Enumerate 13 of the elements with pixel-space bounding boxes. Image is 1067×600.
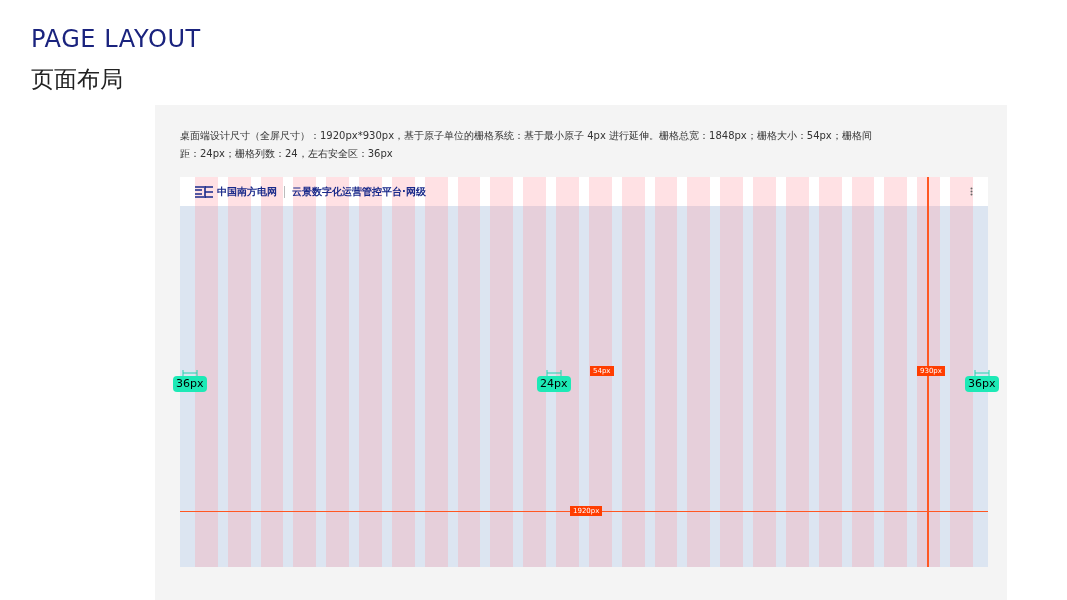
platform-name: 云景数字化运营管控平台·网级 xyxy=(292,185,426,199)
spacing-label: 24px xyxy=(537,376,571,392)
dimension-marker-icon xyxy=(973,370,990,376)
dimension-marker-icon xyxy=(545,370,562,376)
dimension-marker-icon xyxy=(181,370,198,376)
brand-name: 中国南方电网 xyxy=(217,185,277,199)
more-icon[interactable] xyxy=(970,187,973,196)
page-subtitle: 页面布局 xyxy=(31,65,124,94)
logo-icon xyxy=(195,185,213,198)
spacing-label: 36px xyxy=(173,376,207,392)
spacing-label: 36px xyxy=(965,376,999,392)
description-text: 桌面端设计尺寸（全屏尺寸）：1920px*930px，基于原子单位的栅格系统：基于最小原子 4px 进行延伸。栅格总宽：1848px；栅格大小：54px；栅格间距：24px；栅格列数：24，左右安全区：36px xyxy=(180,129,873,161)
page-title: PAGE LAYOUT xyxy=(31,24,202,54)
